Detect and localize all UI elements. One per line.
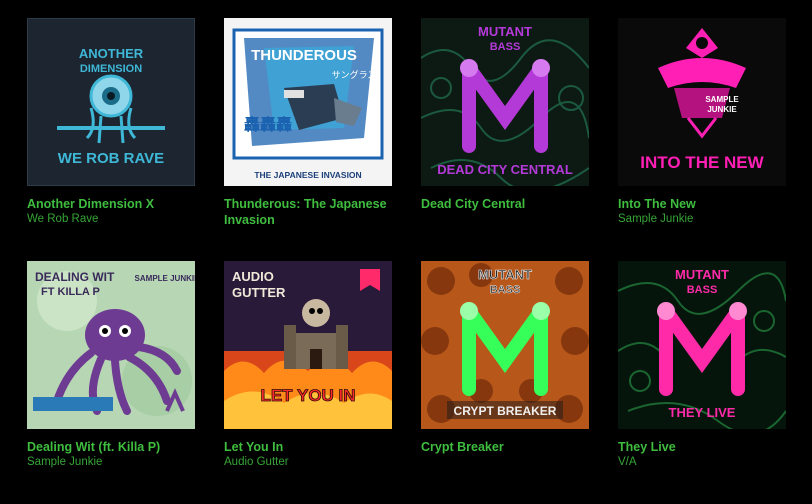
album-artist[interactable]: We Rob Rave [27,212,195,227]
cover-text-mid: BASS [490,41,521,53]
svg-text:轟轟轟: 轟轟轟 [244,115,292,134]
cover-text-mid: サングラス [332,69,377,81]
album-cover-art: AUDIO GUTTER LET YOU IN [224,261,392,429]
cover-text-bottom: CRYPT BREAKER [454,404,557,418]
album-cover[interactable]: MUTANT BASS DEAD CITY CENTRAL [421,18,589,186]
cover-text-mid: JUNKIE [707,105,737,114]
album-card[interactable]: MUTANT BASS THEY LIVE They Live V/A [618,261,786,504]
cover-text-mid: BASS [490,284,521,296]
album-artist[interactable]: Sample Junkie [27,455,195,470]
cover-text-mid: GUTTER [232,285,286,300]
album-title[interactable]: Dead City Central [421,196,589,212]
cover-text-top: ANOTHER [79,46,144,61]
album-card[interactable]: AUDIO GUTTER LET YOU IN Let You In Audio… [224,261,392,504]
album-cover[interactable]: THUNDEROUS サングラス 轟轟轟 THE JAPANESE INVASI… [224,18,392,186]
cover-text-bottom: THEY LIVE [669,405,736,420]
album-cover-art: ANOTHER DIMENSION WE ROB RAVE [27,18,195,186]
album-card[interactable]: MUTANT BASS CRYPT BREAKER Crypt Breaker [421,261,589,504]
cover-text-top: DEALING WIT [35,270,115,284]
album-cover[interactable]: MUTANT BASS THEY LIVE [618,261,786,429]
album-title[interactable]: Into The New [618,196,786,212]
album-cover-art: MUTANT BASS DEAD CITY CENTRAL [421,18,589,186]
album-cover[interactable]: MUTANT BASS CRYPT BREAKER [421,261,589,429]
album-title[interactable]: Let You In [224,439,392,455]
album-title[interactable]: Another Dimension X [27,196,195,212]
album-cover-art: MUTANT BASS THEY LIVE [618,261,786,429]
cover-text-bottom: WE ROB RAVE [58,150,164,167]
album-card[interactable]: DEALING WIT FT KILLA P SAMPLE JUNKIE Dea… [27,261,195,504]
cover-text-bottom: INTO THE NEW [640,153,764,172]
album-cover-art: THUNDEROUS サングラス 轟轟轟 THE JAPANESE INVASI… [224,18,392,186]
cover-text-top: AUDIO [232,269,274,284]
album-cover-art: SAMPLE JUNKIE INTO THE NEW [618,18,786,186]
album-artist[interactable]: Audio Gutter [224,455,392,470]
cover-text-bottom: DEAD CITY CENTRAL [437,162,573,177]
album-title[interactable]: They Live [618,439,786,455]
cover-text-top: SAMPLE [705,95,739,104]
cover-text-top: MUTANT [478,24,532,39]
cover-text-top: MUTANT [675,267,729,282]
album-cover[interactable]: DEALING WIT FT KILLA P SAMPLE JUNKIE [27,261,195,429]
cover-text-bottom: THE JAPANESE INVASION [254,170,361,180]
cover-text-top: MUTANT [478,267,532,282]
album-grid: ANOTHER DIMENSION WE ROB RAVE Another Di… [27,18,786,504]
album-card[interactable]: ANOTHER DIMENSION WE ROB RAVE Another Di… [27,18,195,261]
album-cover[interactable]: AUDIO GUTTER LET YOU IN [224,261,392,429]
album-artist[interactable]: Sample Junkie [618,212,786,227]
cover-text-brand: SAMPLE JUNKIE [135,274,195,283]
album-cover-art: DEALING WIT FT KILLA P SAMPLE JUNKIE [27,261,195,429]
album-artist[interactable]: V/A [618,455,786,470]
cover-text-mid: BASS [687,284,718,296]
album-title[interactable]: Thunderous: The Japanese Invasion [224,196,392,228]
cover-text-bottom: LET YOU IN [260,386,355,405]
album-cover[interactable]: SAMPLE JUNKIE INTO THE NEW [618,18,786,186]
album-cover[interactable]: ANOTHER DIMENSION WE ROB RAVE [27,18,195,186]
cover-text-mid: DIMENSION [80,63,142,75]
album-card[interactable]: THUNDEROUS サングラス 轟轟轟 THE JAPANESE INVASI… [224,18,392,261]
album-cover-art: MUTANT BASS CRYPT BREAKER [421,261,589,429]
album-title[interactable]: Crypt Breaker [421,439,589,455]
album-card[interactable]: SAMPLE JUNKIE INTO THE NEW Into The New … [618,18,786,261]
album-card[interactable]: MUTANT BASS DEAD CITY CENTRAL Dead City … [421,18,589,261]
cover-text-mid: FT KILLA P [41,286,100,298]
cover-text-top: THUNDEROUS [251,47,357,64]
album-title[interactable]: Dealing Wit (ft. Killa P) [27,439,195,455]
